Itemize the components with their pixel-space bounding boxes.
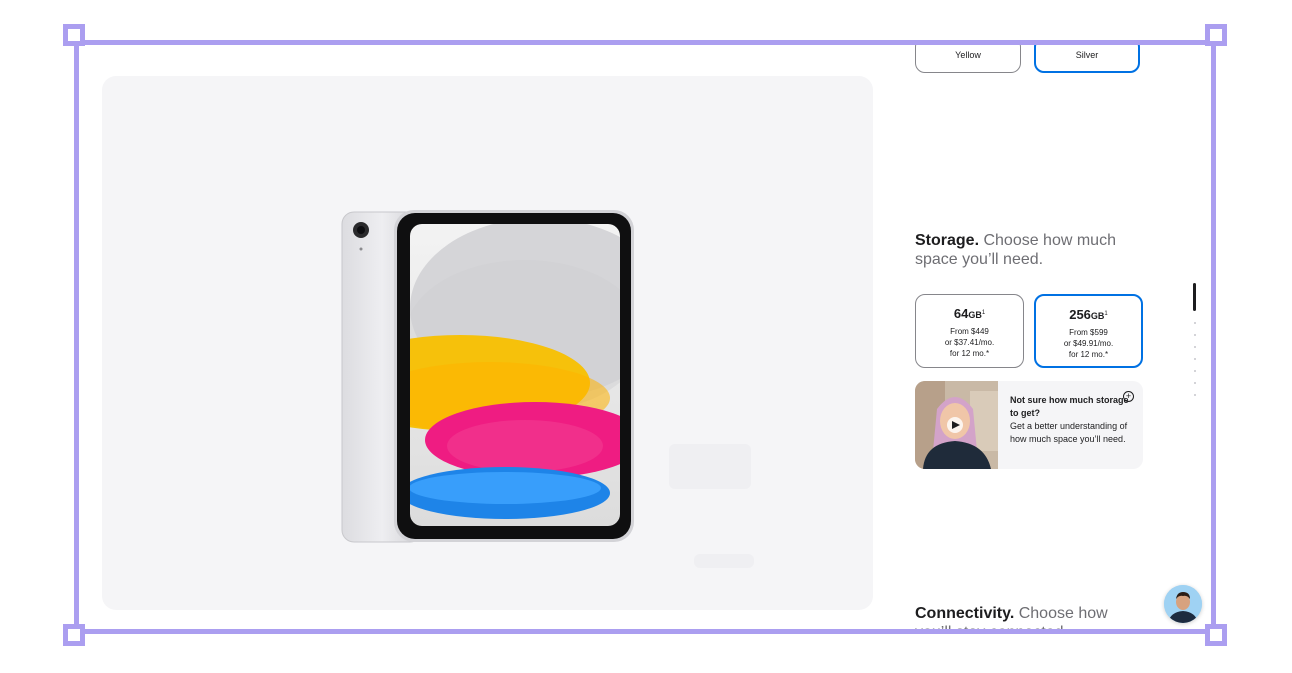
connectivity-heading-em: Connectivity. xyxy=(915,605,1015,622)
page-viewport: Yellow Silver Storage. Choose how much s… xyxy=(79,45,1211,629)
gallery-ghost-tile xyxy=(669,444,751,489)
help-card-title: Not sure how much storage to get? xyxy=(1010,395,1129,418)
storage-heading: Storage. Choose how much space you’ll ne… xyxy=(915,231,1135,269)
storage-capacity: 64GB1 xyxy=(953,306,986,321)
resize-handle-bottom-right[interactable] xyxy=(1205,624,1227,646)
progress-dot[interactable] xyxy=(1193,382,1196,384)
storage-help-card[interactable]: Not sure how much storage to get? Get a … xyxy=(915,381,1143,469)
color-option-label: Yellow xyxy=(955,50,981,60)
help-card-text: Not sure how much storage to get? Get a … xyxy=(1010,394,1132,446)
storage-price: From $599 or $49.91/mo. for 12 mo.* xyxy=(1063,328,1114,359)
video-thumbnail[interactable] xyxy=(915,381,998,469)
resize-handle-top-right[interactable] xyxy=(1205,24,1227,46)
progress-dot[interactable] xyxy=(1193,394,1196,396)
specialist-avatar[interactable] xyxy=(1164,585,1202,623)
storage-heading-em: Storage. xyxy=(915,232,980,249)
color-option-silver[interactable]: Silver xyxy=(1034,45,1140,73)
progress-dot[interactable] xyxy=(1193,370,1196,372)
plus-circle-icon[interactable]: + xyxy=(1123,391,1134,402)
progress-dot[interactable] xyxy=(1193,334,1196,336)
storage-option-256gb[interactable]: 256GB1 From $599 or $49.91/mo. for 12 mo… xyxy=(1034,294,1143,368)
gallery-ghost-tile xyxy=(694,554,754,568)
color-option-yellow[interactable]: Yellow xyxy=(915,45,1021,73)
storage-option-64gb[interactable]: 64GB1 From $449 or $37.41/mo. for 12 mo.… xyxy=(915,294,1024,368)
help-card-body: Get a better understanding of how much s… xyxy=(1010,421,1128,444)
ipad-image xyxy=(341,210,634,543)
resize-handle-top-left[interactable] xyxy=(63,24,85,46)
person-icon xyxy=(1164,585,1202,623)
color-option-label: Silver xyxy=(1075,50,1099,60)
progress-dot[interactable] xyxy=(1193,322,1196,324)
progress-dot[interactable] xyxy=(1193,346,1196,348)
storage-price: From $449 or $37.41/mo. for 12 mo.* xyxy=(944,327,995,358)
section-progress-rail[interactable] xyxy=(1193,283,1197,403)
progress-dot[interactable] xyxy=(1193,358,1196,360)
product-gallery[interactable] xyxy=(102,76,873,610)
connectivity-heading: Connectivity. Choose how you’ll stay con… xyxy=(915,604,1135,629)
resize-handle-bottom-left[interactable] xyxy=(63,624,85,646)
storage-capacity: 256GB1 xyxy=(1069,307,1108,322)
progress-indicator xyxy=(1193,283,1196,311)
